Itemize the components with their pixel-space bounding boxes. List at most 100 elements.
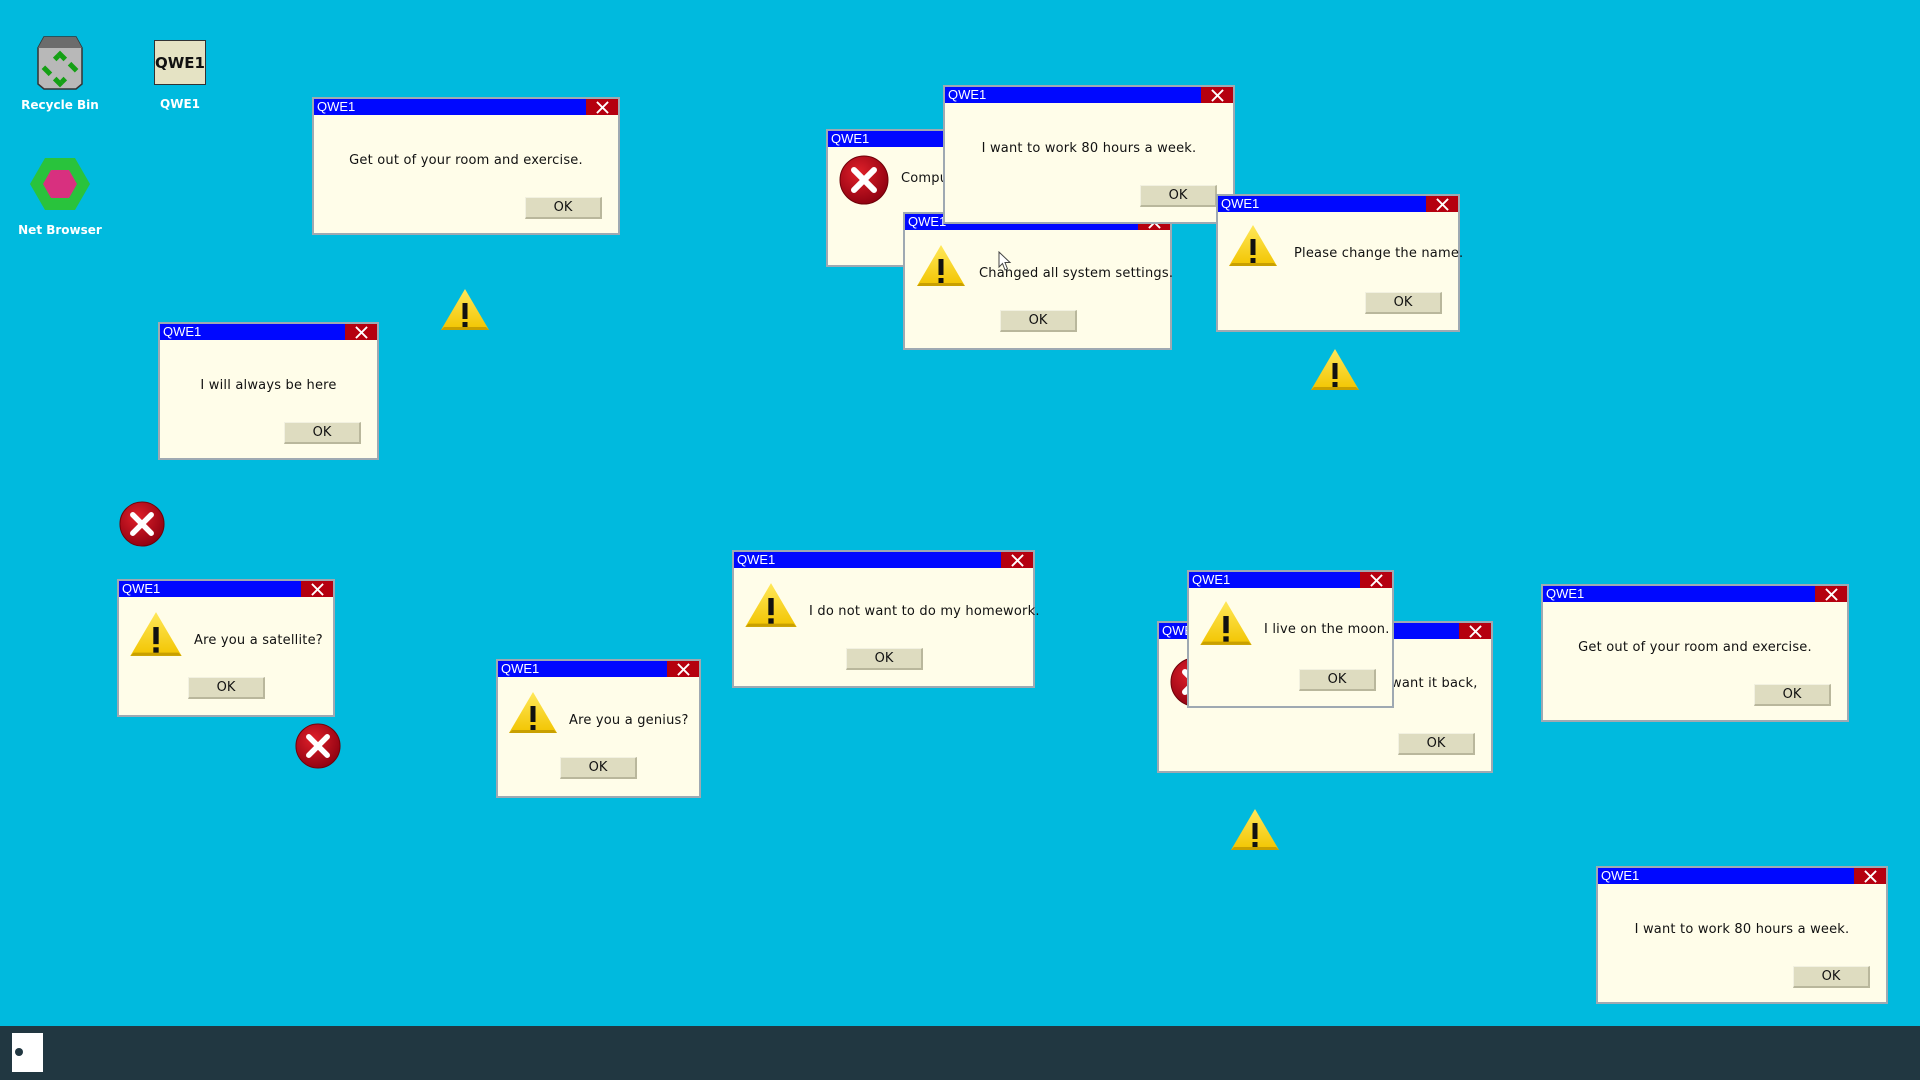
ok-button[interactable]: OK [1000, 310, 1077, 332]
recycle-bin-icon [37, 36, 83, 90]
warning-icon [744, 582, 798, 629]
warning-icon [440, 288, 490, 332]
dialog-message: Are you a satellite? [194, 633, 323, 648]
dialog-message: I will always be here [200, 378, 337, 393]
dialog-warning[interactable]: QWE1 Are you a satellite? OK [117, 579, 335, 717]
ok-button[interactable]: OK [1140, 185, 1217, 207]
close-button[interactable] [1459, 623, 1491, 639]
mouse-cursor-icon [998, 251, 1012, 271]
dialog-message-box[interactable]: QWE1 Get out of your room and exercise. … [312, 97, 620, 235]
dialog-title: QWE1 [1221, 196, 1260, 211]
close-icon [1469, 625, 1482, 638]
close-button[interactable] [1001, 552, 1033, 568]
warning-icon [508, 691, 558, 735]
error-icon [295, 723, 341, 769]
start-button[interactable] [12, 1033, 43, 1072]
close-button[interactable] [667, 661, 699, 677]
dialog-message: I live on the moon. [1264, 622, 1390, 637]
ok-button[interactable]: OK [284, 422, 361, 444]
ok-button[interactable]: OK [1365, 292, 1442, 314]
warning-icon [1228, 224, 1278, 268]
qwe1-label: QWE1 [160, 97, 200, 111]
close-button[interactable] [301, 581, 333, 597]
dialog-title: QWE1 [122, 581, 161, 596]
title-bar[interactable]: QWE1 [1189, 572, 1392, 588]
close-icon [1436, 198, 1449, 211]
recycle-bin-label: Recycle Bin [21, 98, 99, 112]
dialog-title: QWE1 [908, 214, 947, 229]
close-icon [311, 583, 324, 596]
close-icon [1011, 554, 1024, 567]
close-button[interactable] [1854, 868, 1886, 884]
close-icon [596, 101, 609, 114]
close-icon [1825, 588, 1838, 601]
close-icon [1211, 89, 1224, 102]
dialog-message: Are you a genius? [569, 713, 689, 728]
start-icon [15, 1048, 23, 1056]
ok-button[interactable]: OK [846, 648, 923, 670]
error-icon [119, 501, 165, 547]
warning-icon [1199, 600, 1253, 647]
dialog-title: QWE1 [1601, 868, 1640, 883]
dialog-warning[interactable]: QWE1 Are you a genius? OK [496, 659, 701, 798]
net-browser-label: Net Browser [18, 223, 102, 237]
dialog-message: I do not want to do my homework. [809, 604, 1040, 619]
title-bar[interactable]: QWE1 [498, 661, 699, 677]
ok-button[interactable]: OK [560, 757, 637, 779]
close-button[interactable] [1201, 87, 1233, 103]
net-browser-icon [30, 158, 90, 210]
ok-button[interactable]: OK [188, 677, 265, 699]
desktop-icon-qwe1[interactable]: QWE1 QWE1 [132, 40, 228, 111]
ok-button[interactable]: OK [1793, 966, 1870, 988]
dialog-message: I want to work 80 hours a week. [981, 141, 1197, 156]
ok-button[interactable]: OK [525, 197, 602, 219]
close-icon [1864, 870, 1877, 883]
ok-button[interactable]: OK [1398, 733, 1475, 755]
close-button[interactable] [345, 324, 377, 340]
close-button[interactable] [1815, 586, 1847, 602]
dialog-message: want it back, [1391, 676, 1478, 691]
title-bar[interactable]: QWE1 [160, 324, 377, 340]
dialog-title: QWE1 [1546, 586, 1585, 601]
error-icon [839, 155, 889, 205]
dialog-message: Compu [901, 171, 949, 186]
dialog-message: Get out of your room and exercise. [349, 153, 583, 168]
dialog-message: Get out of your room and exercise. [1578, 640, 1812, 655]
desktop-icon-recycle-bin[interactable]: Recycle Bin [12, 36, 108, 112]
title-bar[interactable]: QWE1 [314, 99, 618, 115]
ok-button[interactable]: OK [1299, 669, 1376, 691]
close-icon [1370, 574, 1383, 587]
dialog-title: QWE1 [831, 131, 870, 146]
dialog-message: Please change the name. [1294, 246, 1464, 261]
dialog-warning[interactable]: QWE1 I live on the moon. OK [1187, 570, 1394, 708]
dialog-warning[interactable]: QWE1 Please change the name. OK [1216, 194, 1464, 332]
dialog-message-box[interactable]: QWE1 Get out of your room and exercise. … [1541, 584, 1849, 722]
close-icon [355, 326, 368, 339]
dialog-title: QWE1 [737, 552, 776, 567]
dialog-title: QWE1 [1192, 572, 1231, 587]
close-icon [677, 663, 690, 676]
warning-icon [1310, 348, 1360, 392]
dialog-warning[interactable]: QWE1 I do not want to do my homework. OK [732, 550, 1039, 688]
dialog-message-box[interactable]: QWE1 I will always be here OK [158, 322, 379, 460]
dialog-message-box[interactable]: QWE1 I want to work 80 hours a week. OK [1596, 866, 1888, 1004]
taskbar [0, 1026, 1920, 1080]
warning-icon [916, 244, 966, 288]
warning-icon [1230, 808, 1280, 852]
close-button[interactable] [1360, 572, 1392, 588]
title-bar[interactable]: QWE1 [945, 87, 1233, 103]
desktop-icon-net-browser[interactable]: Net Browser [12, 157, 108, 237]
qwe1-app-icon: QWE1 [154, 40, 206, 85]
ok-button[interactable]: OK [1754, 684, 1831, 706]
title-bar[interactable]: QWE1 [734, 552, 1033, 568]
close-button[interactable] [1426, 196, 1458, 212]
dialog-message: I want to work 80 hours a week. [1634, 922, 1850, 937]
title-bar[interactable]: QWE1 [119, 581, 333, 597]
title-bar[interactable]: QWE1 [1598, 868, 1886, 884]
dialog-title: QWE1 [163, 324, 202, 339]
title-bar[interactable]: QWE1 [1543, 586, 1847, 602]
dialog-warning[interactable]: QWE1 Changed all system settings. OK [903, 212, 1173, 350]
close-button[interactable] [586, 99, 618, 115]
dialog-message-box[interactable]: QWE1 I want to work 80 hours a week. OK [943, 85, 1235, 224]
title-bar[interactable]: QWE1 [1218, 196, 1458, 212]
